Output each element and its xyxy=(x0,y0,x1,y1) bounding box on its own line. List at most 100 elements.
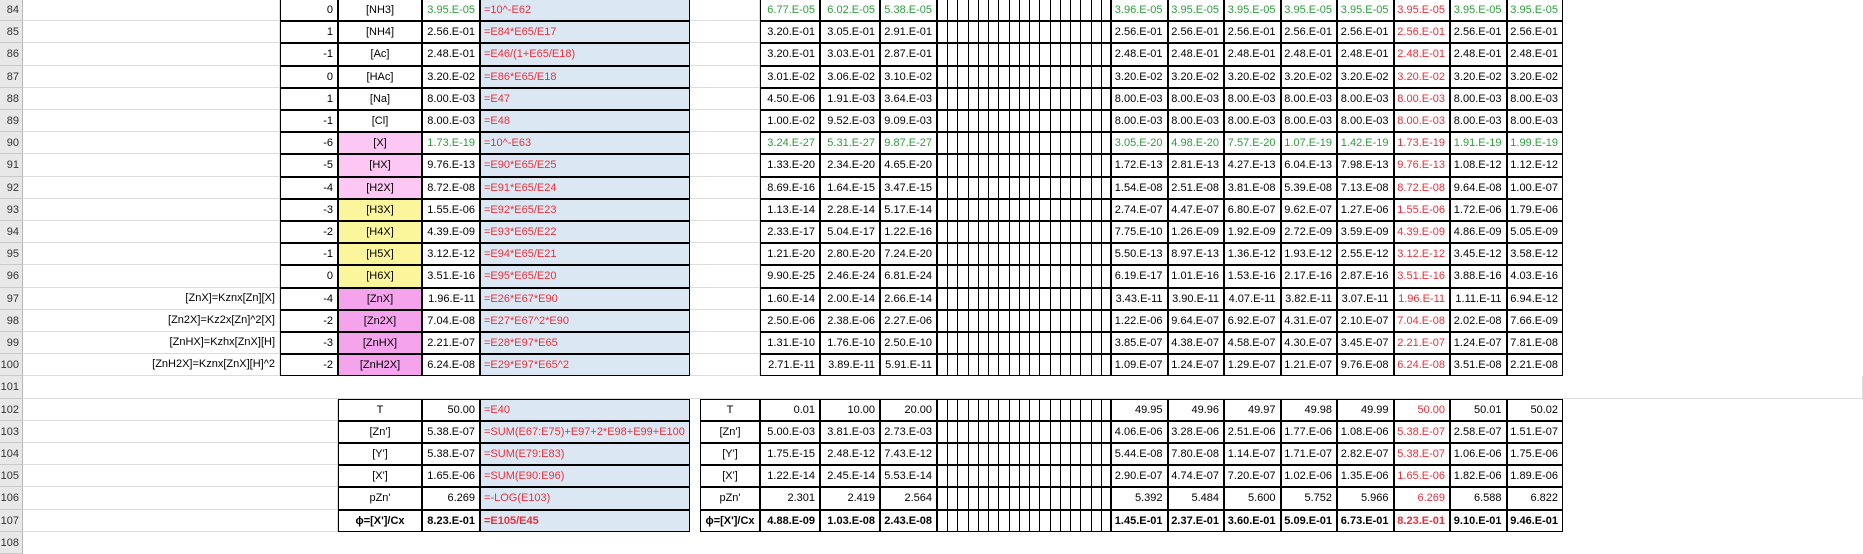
species-name-cell[interactable]: [NH3] xyxy=(338,0,422,22)
data-cell[interactable]: 6.77.E-05 xyxy=(760,0,820,22)
row-header[interactable]: 100 xyxy=(0,354,23,377)
summary-value-cell[interactable]: 8.23.E-01 xyxy=(422,509,480,532)
data-cell[interactable]: 4.50.E-06 xyxy=(760,87,820,110)
summary-name-cell[interactable]: pZn' xyxy=(700,487,760,510)
summary-value-cell[interactable]: 5.38.E-07 xyxy=(422,420,480,443)
data-cell[interactable]: 3.45.E-07 xyxy=(1337,332,1394,355)
value-cell[interactable]: 1.96.E-11 xyxy=(422,287,480,310)
data-cell[interactable]: 3.95.E-05 xyxy=(1393,0,1450,22)
data-cell[interactable]: 8.00.E-03 xyxy=(1337,110,1394,133)
data-cell[interactable]: 3.60.E-01 xyxy=(1224,509,1281,532)
summary-name-cell[interactable]: [Y'] xyxy=(338,443,422,466)
data-cell[interactable]: 49.97 xyxy=(1224,398,1281,421)
data-cell[interactable]: 6.19.E-17 xyxy=(1111,265,1168,288)
charge-cell[interactable]: -3 xyxy=(280,332,338,355)
data-cell[interactable]: 6.822 xyxy=(1506,487,1563,510)
row-label-cell[interactable] xyxy=(23,110,280,133)
data-cell[interactable]: 2.56.E-01 xyxy=(1506,21,1563,44)
data-cell[interactable]: 8.69.E-16 xyxy=(760,176,820,199)
data-cell[interactable]: 8.00.E-03 xyxy=(1224,110,1281,133)
data-cell[interactable]: 1.03.E-08 xyxy=(820,509,880,532)
data-cell[interactable]: 2.48.E-01 xyxy=(1224,43,1281,66)
row-header[interactable]: 106 xyxy=(0,487,23,510)
data-cell[interactable]: 9.64.E-08 xyxy=(1450,176,1507,199)
data-cell[interactable]: 3.51.E-08 xyxy=(1450,354,1507,377)
data-cell[interactable]: 9.62.E-07 xyxy=(1280,198,1337,221)
data-cell[interactable]: 2.564 xyxy=(880,487,937,510)
data-cell[interactable]: 2.66.E-14 xyxy=(880,287,937,310)
row-header[interactable]: 96 xyxy=(0,265,23,288)
data-cell[interactable]: 1.75.E-15 xyxy=(760,443,820,466)
empty-cell[interactable] xyxy=(690,354,760,377)
data-cell[interactable]: 5.752 xyxy=(1280,487,1337,510)
formula-cell[interactable]: =E27*E67^2*E90 xyxy=(480,309,690,332)
empty-cell[interactable] xyxy=(690,287,760,310)
species-name-cell[interactable]: [H3X] xyxy=(338,198,422,221)
summary-formula-cell[interactable]: =SUM(E90:E96) xyxy=(480,465,690,488)
row-label-cell[interactable]: [Zn2X]=Kz2x[Zn]^2[X] xyxy=(23,309,280,332)
data-cell[interactable]: 1.06.E-06 xyxy=(1450,443,1507,466)
formula-cell[interactable]: =E86*E65/E18 xyxy=(480,65,690,88)
data-cell[interactable]: 8.00.E-03 xyxy=(1506,110,1563,133)
data-cell[interactable]: 3.20.E-02 xyxy=(1450,65,1507,88)
row-label-cell[interactable] xyxy=(23,176,280,199)
data-cell[interactable]: 1.75.E-06 xyxy=(1506,443,1563,466)
row-header[interactable]: 108 xyxy=(0,531,23,554)
row-label-cell[interactable] xyxy=(23,21,280,44)
data-cell[interactable]: 7.57.E-20 xyxy=(1224,132,1281,155)
summary-value-cell[interactable]: 5.38.E-07 xyxy=(422,443,480,466)
charge-cell[interactable]: 0 xyxy=(280,265,338,288)
value-cell[interactable]: 1.73.E-19 xyxy=(422,132,480,155)
data-cell[interactable]: 8.00.E-03 xyxy=(1280,87,1337,110)
data-cell[interactable]: 7.75.E-10 xyxy=(1111,221,1168,244)
data-cell[interactable]: 3.96.E-05 xyxy=(1111,0,1168,22)
summary-value-cell[interactable]: 50.00 xyxy=(422,398,480,421)
formula-cell[interactable]: =E95*E65/E20 xyxy=(480,265,690,288)
data-cell[interactable]: 3.95.E-05 xyxy=(1224,0,1281,22)
data-cell[interactable]: 9.87.E-27 xyxy=(880,132,937,155)
empty-cell[interactable] xyxy=(690,21,760,44)
data-cell[interactable]: 7.98.E-13 xyxy=(1337,154,1394,177)
data-cell[interactable]: 2.73.E-03 xyxy=(880,420,937,443)
data-cell[interactable]: 5.600 xyxy=(1224,487,1281,510)
data-cell[interactable]: 3.20.E-02 xyxy=(1506,65,1563,88)
species-name-cell[interactable]: [ZnX] xyxy=(338,287,422,310)
data-cell[interactable]: 6.269 xyxy=(1393,487,1450,510)
data-cell[interactable]: 5.392 xyxy=(1111,487,1168,510)
data-cell[interactable]: 6.80.E-07 xyxy=(1224,198,1281,221)
formula-cell[interactable]: =E90*E65/E25 xyxy=(480,154,690,177)
data-cell[interactable]: 2.00.E-14 xyxy=(820,287,880,310)
data-cell[interactable]: 2.72.E-09 xyxy=(1280,221,1337,244)
charge-cell[interactable]: 1 xyxy=(280,21,338,44)
species-name-cell[interactable]: [H6X] xyxy=(338,265,422,288)
data-cell[interactable]: 8.97.E-13 xyxy=(1167,243,1224,266)
data-cell[interactable]: 1.11.E-11 xyxy=(1450,287,1507,310)
formula-cell[interactable]: =E26*E67*E90 xyxy=(480,287,690,310)
data-cell[interactable]: 3.28.E-06 xyxy=(1167,420,1224,443)
data-cell[interactable]: 1.21.E-07 xyxy=(1280,354,1337,377)
data-cell[interactable]: 1.08.E-06 xyxy=(1337,420,1394,443)
data-cell[interactable]: 1.96.E-11 xyxy=(1393,287,1450,310)
data-cell[interactable]: 7.80.E-08 xyxy=(1167,443,1224,466)
data-cell[interactable]: 7.81.E-08 xyxy=(1506,332,1563,355)
data-cell[interactable]: 2.38.E-06 xyxy=(820,309,880,332)
data-cell[interactable]: 1.91.E-19 xyxy=(1450,132,1507,155)
data-cell[interactable]: 4.86.E-09 xyxy=(1450,221,1507,244)
data-cell[interactable]: 2.45.E-14 xyxy=(820,465,880,488)
data-cell[interactable]: 1.99.E-19 xyxy=(1506,132,1563,155)
data-cell[interactable]: 5.05.E-09 xyxy=(1506,221,1563,244)
data-cell[interactable]: 4.27.E-13 xyxy=(1224,154,1281,177)
species-name-cell[interactable]: [ZnH2X] xyxy=(338,354,422,377)
data-cell[interactable]: 9.90.E-25 xyxy=(760,265,820,288)
data-cell[interactable]: 7.66.E-09 xyxy=(1506,309,1563,332)
data-cell[interactable]: 8.00.E-03 xyxy=(1111,87,1168,110)
value-cell[interactable]: 1.55.E-06 xyxy=(422,198,480,221)
data-cell[interactable]: 10.00 xyxy=(820,398,880,421)
charge-cell[interactable]: -6 xyxy=(280,132,338,155)
data-cell[interactable]: 2.37.E-01 xyxy=(1167,509,1224,532)
row-header[interactable]: 90 xyxy=(0,132,23,155)
data-cell[interactable]: 2.48.E-01 xyxy=(1280,43,1337,66)
empty-cell[interactable] xyxy=(690,221,760,244)
data-cell[interactable]: 4.65.E-20 xyxy=(880,154,937,177)
empty-cell[interactable] xyxy=(690,154,760,177)
